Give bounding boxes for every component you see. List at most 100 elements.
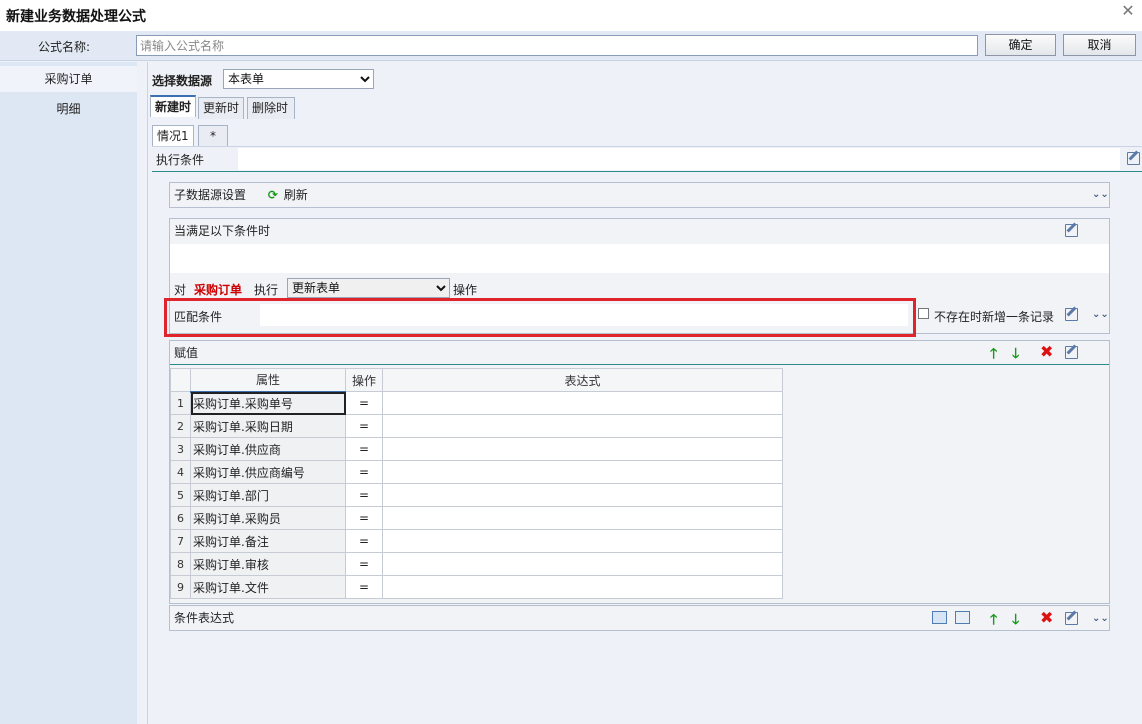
chevron-down-icon[interactable]: ⌄⌄ <box>1092 310 1109 320</box>
expression-cell[interactable] <box>382 575 783 599</box>
sidebar-item-purchase-order[interactable]: 采购订单 <box>0 66 137 92</box>
assignment-table: 属性 操作 表达式 1 采购订单.采购单号 = 2 采购订单.采购日期 = 3 … <box>170 368 783 599</box>
window-title: 新建业务数据处理公式 <box>6 9 146 25</box>
expression-cell[interactable] <box>382 483 783 507</box>
main-panel: 选择数据源 本表单 新建时 更新时 删除时 情况1 * 执行条件 子数据源设置 … <box>147 62 1142 724</box>
edit-icon[interactable] <box>1065 224 1078 240</box>
datasource-select[interactable]: 本表单 <box>223 69 374 89</box>
expression-cell[interactable] <box>382 414 783 438</box>
chevron-down-icon[interactable]: ⌄⌄ <box>1092 614 1109 624</box>
expression-cell[interactable] <box>382 506 783 530</box>
property-cell[interactable]: 采购订单.采购单号 <box>190 391 346 415</box>
add-group-icon[interactable] <box>932 611 947 624</box>
expression-cell[interactable] <box>382 460 783 484</box>
formula-name-bar: 公式名称: 确定 取消 <box>0 31 1142 61</box>
exec-condition-row: 执行条件 <box>152 146 1142 172</box>
datasource-label: 选择数据源 <box>152 74 213 88</box>
prefix-text: 对 <box>174 283 187 297</box>
expression-cell[interactable] <box>382 552 783 576</box>
move-down-icon[interactable]: 🡓 <box>1012 609 1019 633</box>
expression-cell[interactable] <box>382 437 783 461</box>
operation-cell[interactable]: = <box>345 414 383 438</box>
table-header-property: 属性 <box>190 368 346 393</box>
sidebar-item-detail[interactable]: 明细 <box>0 96 137 122</box>
table-row[interactable]: 7 采购订单.备注 = <box>170 529 783 553</box>
window-titlebar: 新建业务数据处理公式 ✕ <box>0 0 1142 31</box>
edit-icon[interactable] <box>1065 346 1078 362</box>
highlight-box <box>164 298 916 337</box>
delete-icon[interactable]: ✖ <box>1040 608 1053 627</box>
edit-icon[interactable] <box>1065 308 1078 324</box>
suffix-text: 操作 <box>453 283 478 297</box>
row-number: 6 <box>170 506 191 530</box>
table-row[interactable]: 8 采购订单.审核 = <box>170 552 783 576</box>
property-cell[interactable]: 采购订单.备注 <box>190 529 346 553</box>
formula-name-input[interactable] <box>136 35 978 56</box>
subsource-panel: 子数据源设置 ⟳ 刷新 ⌄⌄ <box>169 182 1110 208</box>
table-header-row: 属性 操作 表达式 <box>170 368 783 393</box>
property-cell[interactable]: 采购订单.文件 <box>190 575 346 599</box>
table-row[interactable]: 3 采购订单.供应商 = <box>170 437 783 461</box>
exec-condition-input[interactable] <box>238 148 1120 170</box>
row-number: 1 <box>170 391 191 415</box>
tab-case-1[interactable]: 情况1 <box>152 125 194 147</box>
create-if-missing-checkbox[interactable] <box>918 308 929 319</box>
target-form: 采购订单 <box>194 283 243 297</box>
action-select[interactable]: 更新表单 <box>287 278 450 298</box>
table-row[interactable]: 5 采购订单.部门 = <box>170 483 783 507</box>
ok-button[interactable]: 确定 <box>985 34 1056 56</box>
operation-cell[interactable]: = <box>345 391 383 415</box>
row-number: 9 <box>170 575 191 599</box>
table-row[interactable]: 1 采购订单.采购单号 = <box>170 391 783 415</box>
tab-on-delete[interactable]: 删除时 <box>247 97 295 119</box>
property-cell[interactable]: 采购订单.采购日期 <box>190 414 346 438</box>
property-cell[interactable]: 采购订单.供应商 <box>190 437 346 461</box>
expression-cell[interactable] <box>382 529 783 553</box>
row-number: 8 <box>170 552 191 576</box>
cancel-button[interactable]: 取消 <box>1063 34 1136 56</box>
row-number: 2 <box>170 414 191 438</box>
move-up-icon[interactable]: 🡑 <box>990 609 997 633</box>
tab-on-create[interactable]: 新建时 <box>150 95 196 117</box>
tab-on-update[interactable]: 更新时 <box>198 97 244 119</box>
property-cell[interactable]: 采购订单.供应商编号 <box>190 460 346 484</box>
subsource-label: 子数据源设置 <box>174 188 247 202</box>
edit-icon[interactable] <box>1127 152 1140 168</box>
add-item-icon[interactable] <box>955 611 970 624</box>
operation-cell[interactable]: = <box>345 552 383 576</box>
property-cell[interactable]: 采购订单.部门 <box>190 483 346 507</box>
tab-case-add[interactable]: * <box>198 125 228 147</box>
move-up-icon[interactable]: 🡑 <box>990 343 997 367</box>
operation-cell[interactable]: = <box>345 437 383 461</box>
property-cell[interactable]: 采购订单.审核 <box>190 552 346 576</box>
edit-icon[interactable] <box>1065 612 1078 628</box>
table-row[interactable]: 2 采购订单.采购日期 = <box>170 414 783 438</box>
operation-cell[interactable]: = <box>345 529 383 553</box>
exec-condition-label: 执行条件 <box>156 153 205 167</box>
table-header-expression: 表达式 <box>382 368 783 392</box>
assignment-header: 赋值 <box>170 341 1109 365</box>
expression-cell[interactable] <box>382 391 783 415</box>
condition-area[interactable] <box>170 244 1109 273</box>
delete-icon[interactable]: ✖ <box>1040 342 1053 361</box>
assignment-panel: 赋值 🡑 🡓 ✖ 属性 操作 表达式 1 采购订单.采购单号 = 2 采购订单.… <box>169 340 1110 604</box>
condition-header: 当满足以下条件时 <box>174 224 271 238</box>
table-row[interactable]: 4 采购订单.供应商编号 = <box>170 460 783 484</box>
table-row[interactable]: 9 采购订单.文件 = <box>170 575 783 599</box>
row-number: 4 <box>170 460 191 484</box>
move-down-icon[interactable]: 🡓 <box>1012 343 1019 367</box>
operation-cell[interactable]: = <box>345 483 383 507</box>
sidebar: 采购订单 明细 <box>0 62 137 724</box>
condition-expression-panel: 条件表达式 🡑 🡓 ✖ ⌄⌄ <box>169 605 1110 631</box>
chevron-down-icon[interactable]: ⌄⌄ <box>1092 190 1109 200</box>
operation-cell[interactable]: = <box>345 460 383 484</box>
create-if-missing-label: 不存在时新增一条记录 <box>934 310 1055 324</box>
table-header-operation: 操作 <box>345 368 383 392</box>
table-row[interactable]: 6 采购订单.采购员 = <box>170 506 783 530</box>
close-icon[interactable]: ✕ <box>1120 2 1136 20</box>
operation-cell[interactable]: = <box>345 575 383 599</box>
operation-cell[interactable]: = <box>345 506 383 530</box>
property-cell[interactable]: 采购订单.采购员 <box>190 506 346 530</box>
refresh-icon[interactable]: ⟳ <box>268 188 278 202</box>
refresh-button[interactable]: 刷新 <box>284 188 308 202</box>
